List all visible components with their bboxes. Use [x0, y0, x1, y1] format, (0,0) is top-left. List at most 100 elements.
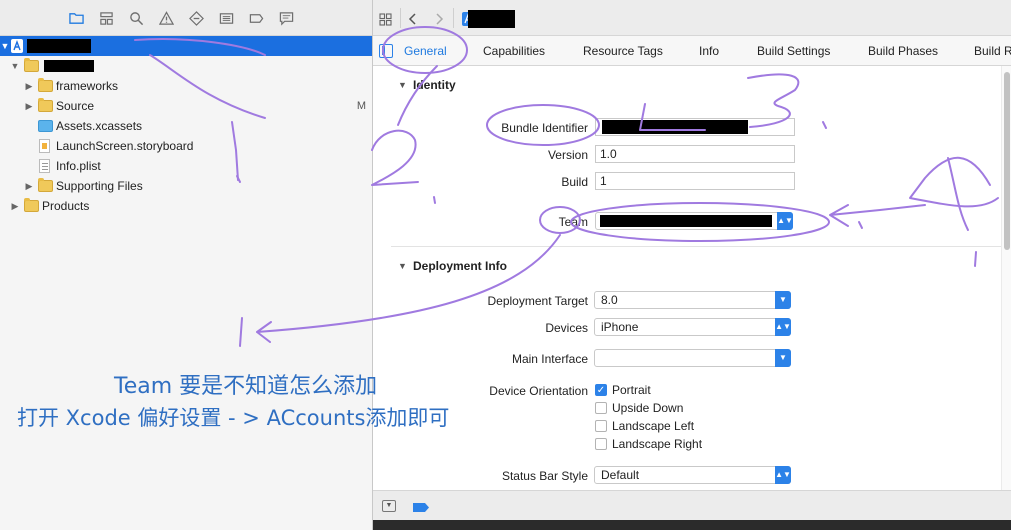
- main-interface-combo[interactable]: ▼: [594, 349, 791, 367]
- tree-item-label: Info.plist: [56, 159, 101, 173]
- related-items-icon[interactable]: [379, 13, 392, 26]
- bottom-strip: [373, 520, 1011, 530]
- disclosure-closed-icon[interactable]: ▶: [10, 196, 20, 216]
- section-disclosure-icon[interactable]: ▼: [398, 261, 407, 271]
- devices-popup[interactable]: iPhone ▲▼: [594, 318, 791, 336]
- popup-arrows-icon: ▲▼: [775, 466, 791, 484]
- deployment-target-combo[interactable]: 8.0 ▼: [594, 291, 791, 309]
- annotation-note-line2: 打开 Xcode 偏好设置 - > ACcounts添加即可: [17, 406, 450, 430]
- tree-item-label: Supporting Files: [56, 179, 143, 193]
- tree-item-supporting-files[interactable]: ▶ Supporting Files: [0, 176, 372, 196]
- bundle-identifier-label: Bundle Identifier: [501, 121, 588, 135]
- tab-general[interactable]: General: [404, 44, 447, 58]
- xcode-project-icon: [11, 39, 23, 53]
- breakpoint-icon[interactable]: [248, 10, 264, 26]
- redacted-group-name: [44, 60, 94, 72]
- version-field[interactable]: 1.0: [595, 145, 795, 163]
- tree-item-source[interactable]: ▶ Source M: [0, 96, 372, 116]
- warning-icon[interactable]: [158, 10, 174, 26]
- folder-icon: [38, 98, 53, 112]
- popup-arrows-icon: ▲▼: [777, 212, 793, 230]
- disclosure-closed-icon[interactable]: ▶: [24, 76, 34, 96]
- redacted-project-name: [27, 39, 91, 53]
- group-row-app[interactable]: ▼: [0, 56, 372, 76]
- portrait-checkbox[interactable]: ✓: [595, 384, 607, 396]
- tab-info[interactable]: Info: [699, 44, 719, 58]
- tree-item-frameworks[interactable]: ▶ frameworks: [0, 76, 372, 96]
- landscape-left-checkbox[interactable]: [595, 420, 607, 432]
- symbol-navigator-icon[interactable]: [98, 10, 114, 26]
- target-settings-tabs: General Capabilities Resource Tags Info …: [373, 36, 1011, 66]
- disclosure-open-icon[interactable]: ▼: [10, 56, 20, 76]
- tree-item-infoplist[interactable]: Info.plist: [0, 156, 372, 176]
- disclosure-open-icon[interactable]: ▼: [0, 36, 10, 56]
- annotation-note-line1: Team 要是不知道怎么添加: [114, 374, 378, 399]
- breakpoints-toggle-icon[interactable]: [413, 501, 429, 512]
- tab-build-phases[interactable]: Build Phases: [868, 44, 938, 58]
- separator: [400, 8, 401, 28]
- version-label: Version: [547, 148, 588, 162]
- build-field[interactable]: 1: [595, 172, 795, 190]
- modified-badge: M: [356, 100, 366, 112]
- tree-item-products[interactable]: ▶ Products: [0, 196, 372, 216]
- debug-bar: ▼: [373, 490, 1011, 520]
- deployment-target-value: 8.0: [601, 293, 618, 307]
- disclosure-closed-icon[interactable]: ▶: [24, 176, 34, 196]
- debug-navigator-icon[interactable]: [218, 10, 234, 26]
- team-popup[interactable]: ▲▼: [595, 212, 793, 230]
- tree-item-label: Source: [56, 99, 95, 113]
- forward-arrow-icon[interactable]: [433, 12, 445, 26]
- project-root-row[interactable]: ▼: [0, 36, 372, 56]
- identity-heading: Identity: [413, 78, 456, 92]
- general-settings: ▼ Identity Bundle Identifier Version 1.0…: [373, 66, 1001, 490]
- landscape-left-label: Landscape Left: [612, 419, 695, 433]
- back-arrow-icon[interactable]: [407, 12, 419, 26]
- landscape-right-label: Landscape Right: [612, 437, 703, 451]
- folder-icon: [24, 198, 39, 212]
- upside-down-checkbox[interactable]: [595, 402, 607, 414]
- vertical-scrollbar[interactable]: [1001, 66, 1011, 490]
- tree-item-label: LaunchScreen.storyboard: [56, 139, 194, 153]
- test-navigator-icon[interactable]: [188, 10, 204, 26]
- main-interface-label: Main Interface: [511, 352, 588, 366]
- storyboard-file-icon: [39, 139, 50, 153]
- status-bar-style-popup[interactable]: Default ▲▼: [594, 466, 791, 484]
- asset-catalog-icon: [38, 120, 53, 132]
- deployment-info-heading: Deployment Info: [413, 259, 508, 273]
- tab-capabilities[interactable]: Capabilities: [483, 44, 545, 58]
- upside-down-label: Upside Down: [612, 401, 684, 415]
- tree-item-assets[interactable]: Assets.xcassets: [0, 116, 372, 136]
- hide-debug-area-icon[interactable]: ▼: [382, 500, 396, 512]
- folder-icon: [38, 78, 53, 92]
- deployment-target-label: Deployment Target: [487, 294, 589, 308]
- status-bar-style-label: Status Bar Style: [501, 469, 588, 483]
- device-orientation-label: Device Orientation: [489, 384, 588, 398]
- disclosure-closed-icon[interactable]: ▶: [24, 96, 34, 116]
- folder-icon[interactable]: [68, 10, 84, 26]
- tree-item-label: frameworks: [56, 79, 119, 93]
- tree-item-launchscreen[interactable]: LaunchScreen.storyboard: [0, 136, 372, 156]
- tab-build-settings[interactable]: Build Settings: [757, 44, 830, 58]
- scrollbar-thumb[interactable]: [1004, 72, 1010, 250]
- chevron-down-icon[interactable]: ▼: [775, 291, 791, 309]
- folder-icon: [24, 58, 39, 72]
- redacted-breadcrumb: [468, 10, 515, 28]
- popup-arrows-icon: ▲▼: [775, 318, 791, 336]
- search-icon[interactable]: [128, 10, 144, 26]
- tab-resource-tags[interactable]: Resource Tags: [583, 44, 663, 58]
- hide-targets-icon[interactable]: [379, 44, 393, 58]
- redacted-bundle-id: [602, 120, 748, 134]
- redacted-team-name: [600, 215, 772, 227]
- editor-area: General Capabilities Resource Tags Info …: [373, 0, 1011, 530]
- tab-build-rules[interactable]: Build R: [974, 44, 1011, 58]
- portrait-label: Portrait: [612, 383, 651, 397]
- bundle-identifier-field[interactable]: [595, 118, 795, 136]
- section-disclosure-icon[interactable]: ▼: [398, 80, 407, 90]
- chevron-down-icon[interactable]: ▼: [775, 349, 791, 367]
- jump-bar: [373, 0, 1011, 36]
- devices-value: iPhone: [601, 320, 639, 334]
- separator: [453, 8, 454, 28]
- landscape-right-checkbox[interactable]: [595, 438, 607, 450]
- report-icon[interactable]: [278, 10, 294, 26]
- project-navigator: ▼ ▼ ▶ frameworks ▶ Source M Assets.xcass…: [0, 0, 373, 530]
